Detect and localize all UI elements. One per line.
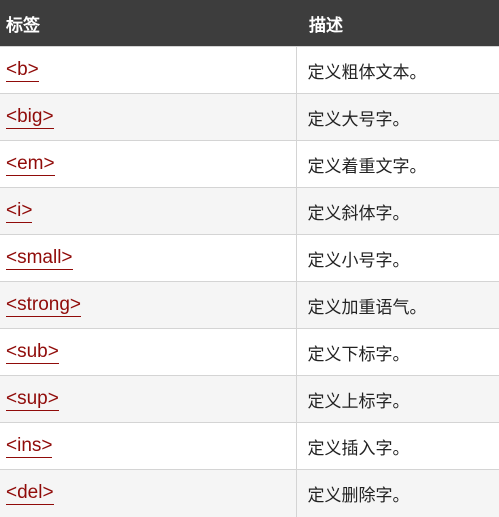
tag-link-big[interactable]: <big> [6, 106, 54, 129]
table-row: <sub> 定义下标字。 [0, 328, 499, 376]
table-header: 标签 描述 [0, 0, 499, 47]
description-cell: 定义斜体字。 [296, 187, 499, 235]
tag-cell: <strong> [0, 281, 297, 329]
tag-cell: <big> [0, 93, 297, 141]
header-description: 描述 [309, 15, 343, 35]
tag-cell: <small> [0, 234, 297, 282]
tag-link-sub[interactable]: <sub> [6, 341, 59, 364]
tag-link-strong[interactable]: <strong> [6, 294, 81, 317]
tag-link-em[interactable]: <em> [6, 153, 55, 176]
tag-cell: <del> [0, 469, 297, 517]
tag-reference-table: 标签 描述 <b> 定义粗体文本。 <big> 定义大号字。 <em> 定义着重… [0, 0, 499, 517]
table-row: <i> 定义斜体字。 [0, 187, 499, 235]
description-cell: 定义加重语气。 [296, 281, 499, 329]
table-row: <small> 定义小号字。 [0, 234, 499, 282]
table-row: <big> 定义大号字。 [0, 93, 499, 141]
tag-link-del[interactable]: <del> [6, 482, 54, 506]
tag-cell: <b> [0, 46, 297, 94]
description-cell: 定义插入字。 [296, 422, 499, 470]
tag-link-sup[interactable]: <sup> [6, 388, 59, 411]
description-cell: 定义着重文字。 [296, 140, 499, 188]
description-cell: 定义粗体文本。 [296, 46, 499, 94]
table-row: <del> 定义删除字。 [0, 469, 499, 517]
tag-cell: <sub> [0, 328, 297, 376]
tag-cell: <em> [0, 140, 297, 188]
description-cell: 定义下标字。 [296, 328, 499, 376]
description-cell: 定义删除字。 [296, 469, 499, 517]
header-tag: 标签 [6, 15, 40, 35]
description-cell: 定义上标字。 [296, 375, 499, 423]
table-row: <ins> 定义插入字。 [0, 422, 499, 470]
tag-link-b[interactable]: <b> [6, 59, 39, 82]
description-cell: 定义小号字。 [296, 234, 499, 282]
table-body: <b> 定义粗体文本。 <big> 定义大号字。 <em> 定义着重文字。 <i… [0, 46, 499, 517]
description-cell: 定义大号字。 [296, 93, 499, 141]
tag-link-i[interactable]: <i> [6, 200, 33, 223]
table-row: <em> 定义着重文字。 [0, 140, 499, 188]
table-row: <b> 定义粗体文本。 [0, 46, 499, 94]
tag-cell: <sup> [0, 375, 297, 423]
header-row: 标签 描述 [0, 0, 499, 47]
tag-link-small[interactable]: <small> [6, 247, 73, 270]
table-row: <strong> 定义加重语气。 [0, 281, 499, 329]
table-row: <sup> 定义上标字。 [0, 375, 499, 423]
tag-cell: <ins> [0, 422, 297, 470]
tag-cell: <i> [0, 187, 297, 235]
tag-link-ins[interactable]: <ins> [6, 435, 53, 458]
